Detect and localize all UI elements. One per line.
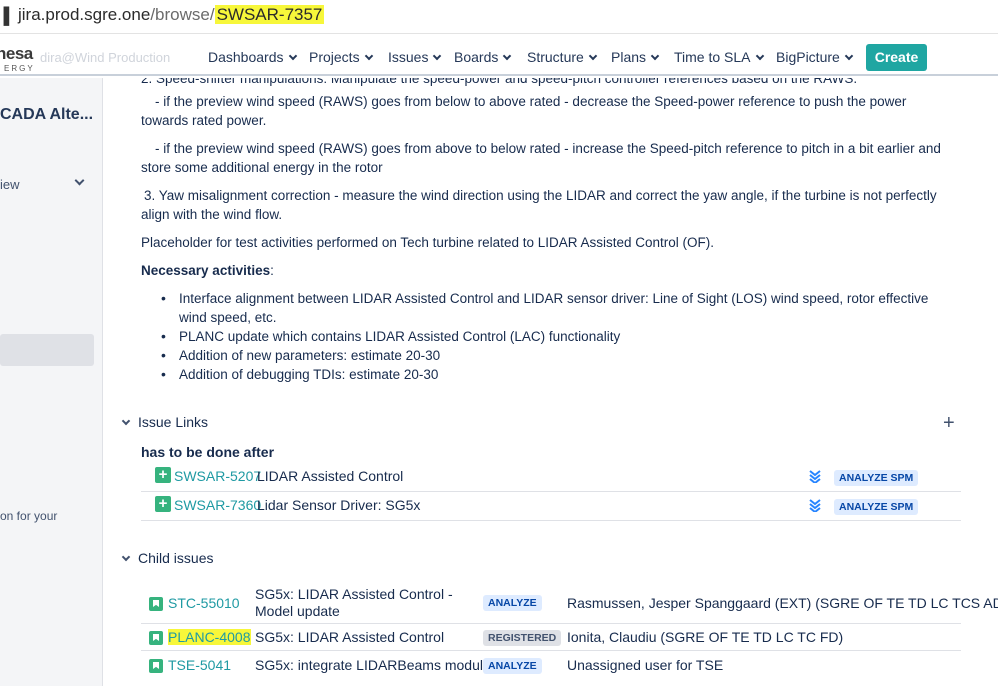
story-icon — [149, 597, 163, 611]
table-row[interactable]: STC-55010 SG5x: LIDAR Assisted Control -… — [141, 584, 998, 624]
browser-url-bar[interactable]: ▐ jira.prod.sgre.one/browse/SWSAR-7357 — [0, 0, 998, 34]
description-paragraph: Placeholder for test activities performe… — [141, 235, 715, 250]
description-paragraph: - if the preview wind speed (RAWS) goes … — [141, 94, 907, 128]
sidebar-item-selected[interactable] — [0, 334, 94, 366]
issue-summary: SG5x: LIDAR Assisted Control - Model upd… — [255, 586, 453, 619]
table-row[interactable]: + SWSAR-5207 LIDAR Assisted Control ANAL… — [141, 463, 961, 492]
issue-links-title: Issue Links — [138, 414, 209, 430]
issue-summary: Lidar Sensor Driver: SG5x — [257, 497, 421, 513]
assignee: Ionita, Claudiu (SGRE OF TE TD LC TC FD) — [567, 629, 844, 645]
url-issue-key: SWSAR-7357 — [214, 5, 325, 24]
issue-summary: LIDAR Assisted Control — [257, 468, 404, 484]
assignee: Unassigned user for TSE — [567, 657, 724, 673]
status-badge: ANALYZE — [483, 595, 542, 611]
nav-structure[interactable]: Structure — [527, 49, 598, 65]
list-item: Addition of debugging TDIs: estimate 20-… — [141, 365, 931, 384]
table-row[interactable]: PLANC-4008 SG5x: LIDAR Assisted Control … — [141, 624, 961, 651]
chevron-down-icon — [288, 51, 297, 61]
issue-links-header[interactable]: Issue Links — [121, 414, 209, 430]
issue-main-content: 2. Speed-shifter manipulations: Manipula… — [103, 78, 998, 686]
chevron-down-icon — [364, 51, 373, 61]
chevron-down-icon — [503, 51, 512, 61]
chevron-down-icon — [650, 51, 660, 61]
url-path: /browse/ — [150, 5, 215, 24]
nav-projects[interactable]: Projects — [309, 49, 373, 65]
status-badge: ANALYZE — [483, 658, 542, 674]
activities-heading: Necessary activities: — [141, 261, 941, 280]
link-relation-label: has to be done after — [141, 444, 275, 460]
lowest-priority-icon — [809, 499, 821, 512]
jira-instance-name: dira@Wind Production — [40, 50, 171, 65]
sidebar-view-label[interactable]: iew — [0, 177, 20, 192]
nav-plans[interactable]: Plans — [611, 49, 660, 65]
nav-dashboards[interactable]: Dashboards — [208, 49, 297, 65]
company-logo[interactable]: nesa — [0, 44, 33, 64]
story-icon — [149, 631, 163, 645]
nav-time-to-sla-label: Time to SLA — [674, 49, 751, 65]
company-logo-subtitle: ERGY — [4, 64, 35, 73]
description-clipped-line: 2. Speed-shifter manipulations: Manipula… — [141, 78, 858, 86]
description-paragraph: - if the preview wind speed (RAWS) goes … — [141, 141, 941, 175]
chevron-down-icon — [844, 51, 854, 61]
add-issue-icon: + — [155, 496, 171, 512]
top-navigation: nesa ERGY dira@Wind Production Dashboard… — [0, 38, 998, 76]
status-badge: ANALYZE SPM — [834, 470, 919, 486]
project-sidebar: CADA Alte... iew on for your — [0, 78, 103, 686]
nav-boards-label: Boards — [454, 49, 499, 65]
issue-key-link[interactable]: TSE-5041 — [168, 657, 231, 673]
chevron-down-icon — [755, 51, 764, 61]
story-icon — [149, 659, 163, 673]
lock-icon: ▐ — [0, 8, 10, 25]
status-badge: REGISTERED — [483, 630, 562, 646]
nav-bigpicture-label: BigPicture — [776, 49, 840, 65]
nav-plans-label: Plans — [611, 49, 647, 65]
list-item: Addition of new parameters: estimate 20-… — [141, 346, 931, 365]
issue-key-link[interactable]: SWSAR-5207 — [174, 468, 261, 484]
sidebar-footer-text: on for your — [0, 509, 58, 523]
issue-key-link[interactable]: PLANC-4008 — [168, 629, 251, 645]
nav-structure-label: Structure — [527, 49, 584, 65]
nav-bigpicture[interactable]: BigPicture — [776, 49, 854, 65]
create-button[interactable]: Create — [866, 44, 927, 71]
chevron-down-icon — [433, 51, 442, 61]
status-badge: ANALYZE SPM — [834, 499, 919, 515]
chevron-down-icon[interactable] — [74, 175, 85, 186]
table-row[interactable]: + SWSAR-7360 Lidar Sensor Driver: SG5x A… — [141, 492, 961, 521]
issue-summary: SG5x: LIDAR Assisted Control — [255, 629, 445, 645]
issue-key-link[interactable]: STC-55010 — [168, 595, 240, 611]
nav-time-to-sla[interactable]: Time to SLA — [674, 49, 764, 65]
lowest-priority-icon — [809, 470, 821, 483]
chevron-down-icon — [121, 552, 131, 562]
nav-issues[interactable]: Issues — [388, 49, 442, 65]
add-link-icon[interactable]: + — [943, 412, 955, 435]
activities-heading-colon: : — [270, 263, 274, 278]
nav-dashboards-label: Dashboards — [208, 49, 284, 65]
chevron-down-icon — [588, 51, 598, 61]
add-issue-icon: + — [155, 467, 171, 483]
description-paragraph: 3. Yaw misalignment correction - measure… — [141, 188, 937, 222]
table-row[interactable]: TSE-5041 SG5x: integrate LIDARBeams modu… — [141, 651, 961, 679]
activities-heading-text: Necessary activities — [141, 263, 271, 278]
child-issues-header[interactable]: Child issues — [121, 550, 214, 566]
nav-projects-label: Projects — [309, 49, 360, 65]
nav-boards[interactable]: Boards — [454, 49, 512, 65]
list-item: Interface alignment between LIDAR Assist… — [141, 289, 931, 327]
list-item: PLANC update which contains LIDAR Assist… — [141, 327, 931, 346]
chevron-down-icon — [121, 416, 131, 426]
issue-key-link[interactable]: SWSAR-7360 — [174, 497, 261, 513]
child-issues-title: Child issues — [138, 550, 214, 566]
issue-summary: SG5x: integrate LIDARBeams module — [255, 657, 491, 673]
sidebar-project-title[interactable]: CADA Alte... — [0, 106, 93, 124]
activities-list: Interface alignment between LIDAR Assist… — [141, 289, 931, 384]
url-host: jira.prod.sgre.one — [18, 5, 151, 24]
assignee: Rasmussen, Jesper Spanggaard (EXT) (SGRE… — [567, 595, 998, 611]
nav-issues-label: Issues — [388, 49, 429, 65]
url-text[interactable]: jira.prod.sgre.one/browse/SWSAR-7357 — [18, 5, 325, 25]
